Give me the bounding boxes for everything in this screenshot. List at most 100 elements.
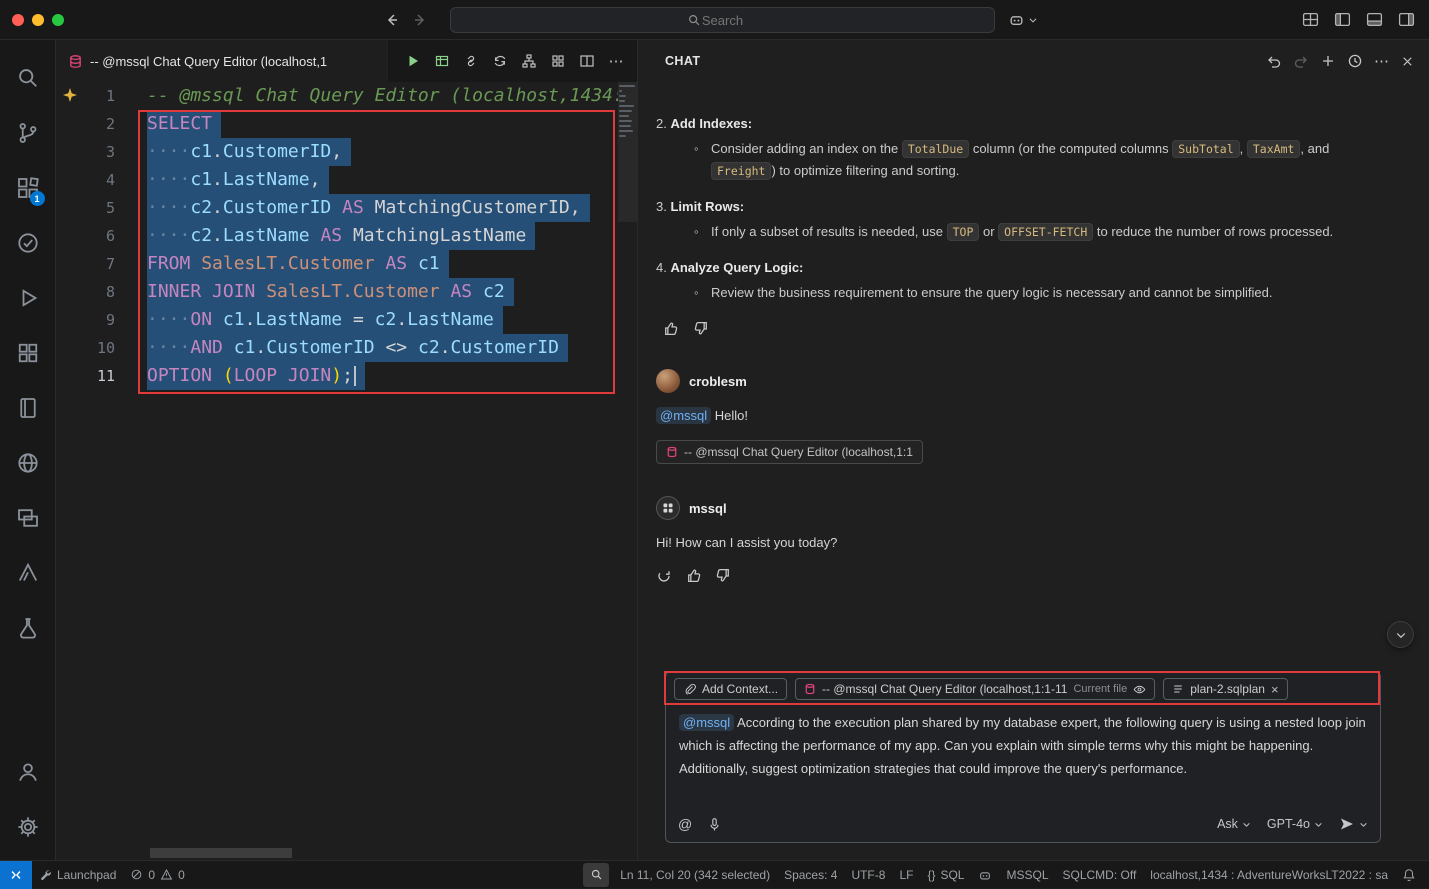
zoom-indicator[interactable] — [583, 863, 609, 887]
disconnect-icon[interactable] — [460, 50, 482, 72]
toggle-sidebar-left-icon[interactable] — [1334, 11, 1351, 28]
chat-redo-icon[interactable] — [1293, 53, 1309, 69]
bell-icon — [1402, 868, 1416, 882]
thumbs-down-icon[interactable] — [693, 320, 710, 337]
sidebar-item-azure[interactable] — [4, 545, 52, 600]
language-indicator[interactable]: {} SQL — [920, 861, 971, 889]
plan-context-chip[interactable]: plan-2.sqlplan × — [1163, 678, 1287, 700]
mic-icon[interactable] — [707, 817, 722, 832]
magnifier-icon — [590, 868, 603, 881]
more-actions-icon[interactable]: ⋯ — [605, 50, 627, 72]
encoding-indicator[interactable]: UTF-8 — [844, 861, 892, 889]
chat-history-icon[interactable] — [1347, 53, 1363, 69]
sidebar-item-database-projects[interactable] — [4, 600, 52, 655]
sidebar-item-source-control[interactable] — [4, 105, 52, 160]
scroll-to-bottom-button[interactable] — [1387, 621, 1414, 648]
results-grid-icon[interactable] — [431, 50, 453, 72]
blocks-icon — [16, 341, 40, 365]
add-context-label: Add Context... — [702, 682, 778, 696]
braces-icon: {} — [927, 868, 935, 882]
split-editor-icon[interactable] — [576, 50, 598, 72]
chat-input-container[interactable]: Add Context... -- @mssql Chat Query Edit… — [665, 671, 1381, 843]
gear-icon — [16, 815, 40, 839]
back-button[interactable] — [384, 12, 400, 28]
globe-icon — [16, 451, 40, 475]
mention-chip[interactable]: @mssql — [656, 407, 711, 424]
estimated-plan-icon[interactable] — [518, 50, 540, 72]
context-chip-row: Add Context... -- @mssql Chat Query Edit… — [666, 672, 1380, 706]
mode-selector[interactable]: Ask — [1217, 817, 1251, 831]
new-chat-icon[interactable] — [1320, 53, 1336, 69]
remote-indicator[interactable] — [0, 861, 32, 889]
remove-attachment-icon[interactable]: × — [1271, 683, 1279, 696]
remote-icon — [9, 868, 23, 882]
toggle-sidebar-right-icon[interactable] — [1398, 11, 1415, 28]
settings-button[interactable] — [4, 799, 52, 854]
send-button[interactable] — [1339, 816, 1368, 832]
thumbs-up-icon[interactable] — [662, 320, 679, 337]
sqlcmd-toggle-icon[interactable] — [547, 50, 569, 72]
sidebar-item-run-debug[interactable] — [4, 270, 52, 325]
warning-icon — [160, 868, 173, 881]
chevron-down-icon — [1395, 629, 1407, 641]
accounts-button[interactable] — [4, 744, 52, 799]
thumbs-down-icon[interactable] — [715, 567, 732, 584]
command-center-search[interactable] — [450, 7, 995, 33]
attachment-label: -- @mssql Chat Query Editor (localhost,1… — [684, 442, 913, 463]
sidebar-item-blocks[interactable] — [4, 325, 52, 380]
launchpad-button[interactable]: Launchpad — [32, 861, 123, 889]
notifications-button[interactable] — [1395, 861, 1423, 889]
editor[interactable]: 1234567891011 -- @mssql Chat Query Edito… — [56, 82, 637, 860]
toggle-panel-icon[interactable] — [1366, 11, 1383, 28]
run-query-button[interactable] — [402, 50, 424, 72]
problems-indicator[interactable]: 0 0 — [123, 861, 191, 889]
file-context-chip[interactable]: -- @mssql Chat Query Editor (localhost,1… — [795, 678, 1155, 700]
copilot-menu-button[interactable] — [1008, 11, 1038, 28]
sidebar-item-search[interactable] — [4, 50, 52, 105]
error-icon — [130, 868, 143, 881]
copilot-status[interactable] — [971, 861, 999, 889]
source-control-icon — [16, 121, 40, 145]
regenerate-icon[interactable] — [656, 567, 672, 584]
chat-input-message: According to the execution plan shared b… — [679, 715, 1366, 776]
chat-undo-icon[interactable] — [1266, 53, 1282, 69]
chat-more-icon[interactable]: ⋯ — [1374, 52, 1389, 70]
chat-input-text[interactable]: @mssql According to the execution plan s… — [666, 706, 1380, 780]
sidebar-item-notebook[interactable] — [4, 380, 52, 435]
horizontal-scrollbar[interactable] — [150, 848, 292, 858]
mssql-status[interactable]: MSSQL — [999, 861, 1055, 889]
change-connection-icon[interactable] — [489, 50, 511, 72]
chat-close-icon[interactable] — [1400, 54, 1415, 69]
user-name: croblesm — [689, 371, 747, 392]
search-input[interactable] — [451, 8, 994, 32]
sqlcmd-status[interactable]: SQLCMD: Off — [1056, 861, 1144, 889]
forward-button[interactable] — [412, 12, 428, 28]
sidebar-item-extensions[interactable]: 1 — [4, 160, 52, 215]
sidebar-item-remote-explorer[interactable] — [4, 490, 52, 545]
add-context-chip[interactable]: Add Context... — [674, 678, 787, 700]
editor-minimap[interactable] — [618, 82, 637, 846]
eye-icon[interactable] — [1133, 683, 1146, 696]
thumbs-up-icon[interactable] — [685, 567, 702, 584]
minimize-window-button[interactable] — [32, 14, 44, 26]
sidebar-item-testing[interactable] — [4, 215, 52, 270]
indentation-indicator[interactable]: Spaces: 4 — [777, 861, 844, 889]
eol-indicator[interactable]: LF — [892, 861, 920, 889]
editor-tab[interactable]: -- @mssql Chat Query Editor (localhost,1 — [56, 40, 388, 82]
agent-message-text: Hi! How can I assist you today? — [656, 532, 1404, 553]
editor-code[interactable]: -- @mssql Chat Query Editor (localhost,1… — [147, 82, 618, 846]
close-window-button[interactable] — [12, 14, 24, 26]
azure-icon — [16, 561, 40, 585]
cursor-position-indicator[interactable]: Ln 11, Col 20 (342 selected) — [613, 861, 777, 889]
mention-picker-icon[interactable]: @ — [678, 816, 692, 832]
plan-chip-label: plan-2.sqlplan — [1190, 682, 1265, 696]
errors-count: 0 — [148, 868, 155, 882]
editor-layout-icon[interactable] — [1302, 11, 1319, 28]
model-selector[interactable]: GPT-4o — [1267, 817, 1323, 831]
sidebar-item-github[interactable] — [4, 435, 52, 490]
connection-status[interactable]: localhost,1434 : AdventureWorksLT2022 : … — [1143, 861, 1395, 889]
maximize-window-button[interactable] — [52, 14, 64, 26]
message-attachment-chip[interactable]: -- @mssql Chat Query Editor (localhost,1… — [656, 440, 923, 464]
mention-chip: @mssql — [679, 714, 734, 731]
database-icon — [804, 683, 816, 695]
